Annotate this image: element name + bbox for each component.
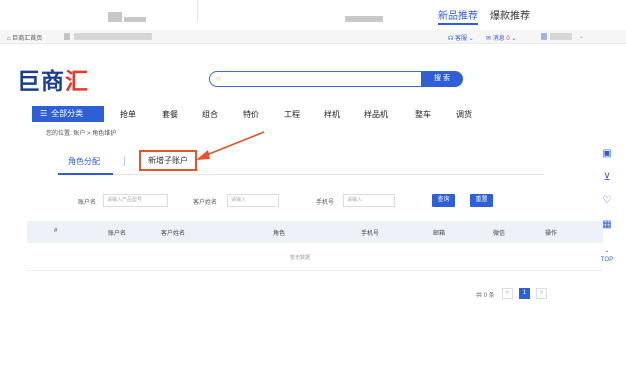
nav-item-prototype[interactable]: 样机 xyxy=(324,109,340,120)
logo-accent-text: 汇 xyxy=(65,69,89,95)
filter-bar: 账户名 请输入产品型号 客户姓名 请输入 手机号 请输入 查询 重置 xyxy=(0,194,626,208)
nav-item-package[interactable]: 套餐 xyxy=(162,109,178,120)
cart-icon[interactable]: ⊻ xyxy=(599,170,615,186)
promo-product-image[interactable] xyxy=(124,17,146,22)
phone-filter-label: 手机号 xyxy=(316,200,335,206)
column-header-wechat: 微信 xyxy=(493,231,506,237)
table-header: # 账户名 客户姓名 角色 手机号 邮箱 微信 操作 xyxy=(27,221,603,243)
store-name-redacted xyxy=(74,33,152,40)
empty-state-text: 暂无数据 xyxy=(290,255,311,261)
reset-button[interactable]: 重置 xyxy=(470,194,493,207)
column-header-actions: 操作 xyxy=(545,231,558,237)
promo-product-image[interactable] xyxy=(345,16,383,22)
nav-item-combo[interactable]: 组合 xyxy=(202,109,218,120)
service-link[interactable]: ☊ 客服 ⌄ xyxy=(448,33,474,42)
promo-strip: 新品推荐 爆款推荐 xyxy=(0,0,626,26)
tab-add-sub-account[interactable]: 新增子账户 xyxy=(139,150,197,171)
user-menu-chevron-icon[interactable]: ⌄ xyxy=(579,33,584,40)
annotation-arrow-icon xyxy=(196,131,265,160)
main-nav: ☰ 全部分类 抢单 套餐 组合 特价 工程 样机 样品机 整车 调货 xyxy=(0,106,626,122)
all-categories-label: 全部分类 xyxy=(51,109,84,118)
user-name-redacted[interactable] xyxy=(550,33,572,40)
search-box[interactable]: ○ xyxy=(209,71,422,87)
search-input[interactable] xyxy=(226,73,416,85)
column-header-phone: 手机号 xyxy=(361,231,380,237)
query-button[interactable]: 查询 xyxy=(432,194,455,207)
message-count-badge: 0 xyxy=(506,36,510,42)
column-header-index: # xyxy=(54,228,58,234)
utility-bar: ⌂ 巨商汇首页 ☊ 客服 ⌄ ✉ 消息 0 ⌄ ⌄ xyxy=(0,30,626,44)
menu-icon: ☰ xyxy=(40,109,48,118)
breadcrumb-separator: > xyxy=(87,131,91,137)
back-to-top-button[interactable]: ⌃ TOP xyxy=(597,250,617,263)
back-to-top-label: TOP xyxy=(600,257,614,263)
user-avatar[interactable] xyxy=(541,33,547,40)
home-link-label: 巨商汇首页 xyxy=(12,36,43,42)
nav-item-sample[interactable]: 样品机 xyxy=(364,109,388,120)
pagination-prev-button[interactable]: < xyxy=(502,288,513,299)
breadcrumb-account[interactable]: 账户 xyxy=(73,131,85,137)
promo-product-image[interactable] xyxy=(108,12,122,22)
messages-link[interactable]: ✉ 消息 0 ⌄ xyxy=(486,33,516,42)
account-filter-label: 账户名 xyxy=(78,200,97,206)
store-icon xyxy=(64,33,70,40)
pagination-next-button[interactable]: > xyxy=(536,288,547,299)
phone-filter-input[interactable]: 请输入 xyxy=(343,194,395,207)
messages-label: 消息 xyxy=(492,36,505,42)
nav-item-grab-order[interactable]: 抢单 xyxy=(120,109,136,120)
qr-code-icon[interactable]: ▦ xyxy=(599,217,615,233)
favorite-icon[interactable]: ♡ xyxy=(599,193,615,209)
account-filter-input[interactable]: 请输入产品型号 xyxy=(103,194,168,207)
tab-hot-products[interactable]: 爆款推荐 xyxy=(490,7,530,22)
nav-item-engineering[interactable]: 工程 xyxy=(284,109,300,120)
pagination-page-1[interactable]: 1 xyxy=(519,288,530,299)
tab-role-assignment[interactable]: 角色分配 xyxy=(68,156,100,167)
column-header-role: 角色 xyxy=(273,231,286,237)
site-logo[interactable]: 巨商汇 xyxy=(17,62,89,96)
column-header-customer: 客户姓名 xyxy=(161,231,186,237)
side-toolbar: ▣ ⊻ ♡ ▦ ⌃ TOP xyxy=(594,142,622,272)
tab-new-products[interactable]: 新品推荐 xyxy=(438,7,478,25)
search-icon: ○ xyxy=(216,74,221,83)
breadcrumb: 您的位置: 账户 > 角色维护 xyxy=(46,128,116,137)
customer-filter-input[interactable]: 请输入 xyxy=(227,194,279,207)
service-label: 客服 xyxy=(455,36,468,42)
logo-text: 巨商 xyxy=(17,69,65,95)
active-tab-underline xyxy=(58,173,113,175)
column-header-email: 邮箱 xyxy=(433,231,446,237)
nav-item-transfer[interactable]: 调货 xyxy=(456,109,472,120)
promo-divider xyxy=(197,0,198,22)
customer-filter-label: 客户姓名 xyxy=(193,200,218,206)
breadcrumb-prefix: 您的位置: xyxy=(46,131,72,137)
all-categories-button[interactable]: ☰ 全部分类 xyxy=(32,106,104,122)
breadcrumb-role-maintenance: 角色维护 xyxy=(92,131,117,137)
search-button[interactable]: 搜 索 xyxy=(421,71,463,87)
nav-item-vehicle[interactable]: 整车 xyxy=(415,109,431,120)
column-header-account: 账户名 xyxy=(108,231,127,237)
table-empty-row: 暂无数据 xyxy=(27,243,603,271)
clipboard-icon[interactable]: ▣ xyxy=(599,146,615,162)
tab-separator xyxy=(124,156,125,166)
home-link[interactable]: ⌂ 巨商汇首页 xyxy=(7,33,42,42)
nav-item-special-price[interactable]: 特价 xyxy=(243,109,259,120)
account-tabs: 角色分配 新增子账户 xyxy=(58,148,544,175)
